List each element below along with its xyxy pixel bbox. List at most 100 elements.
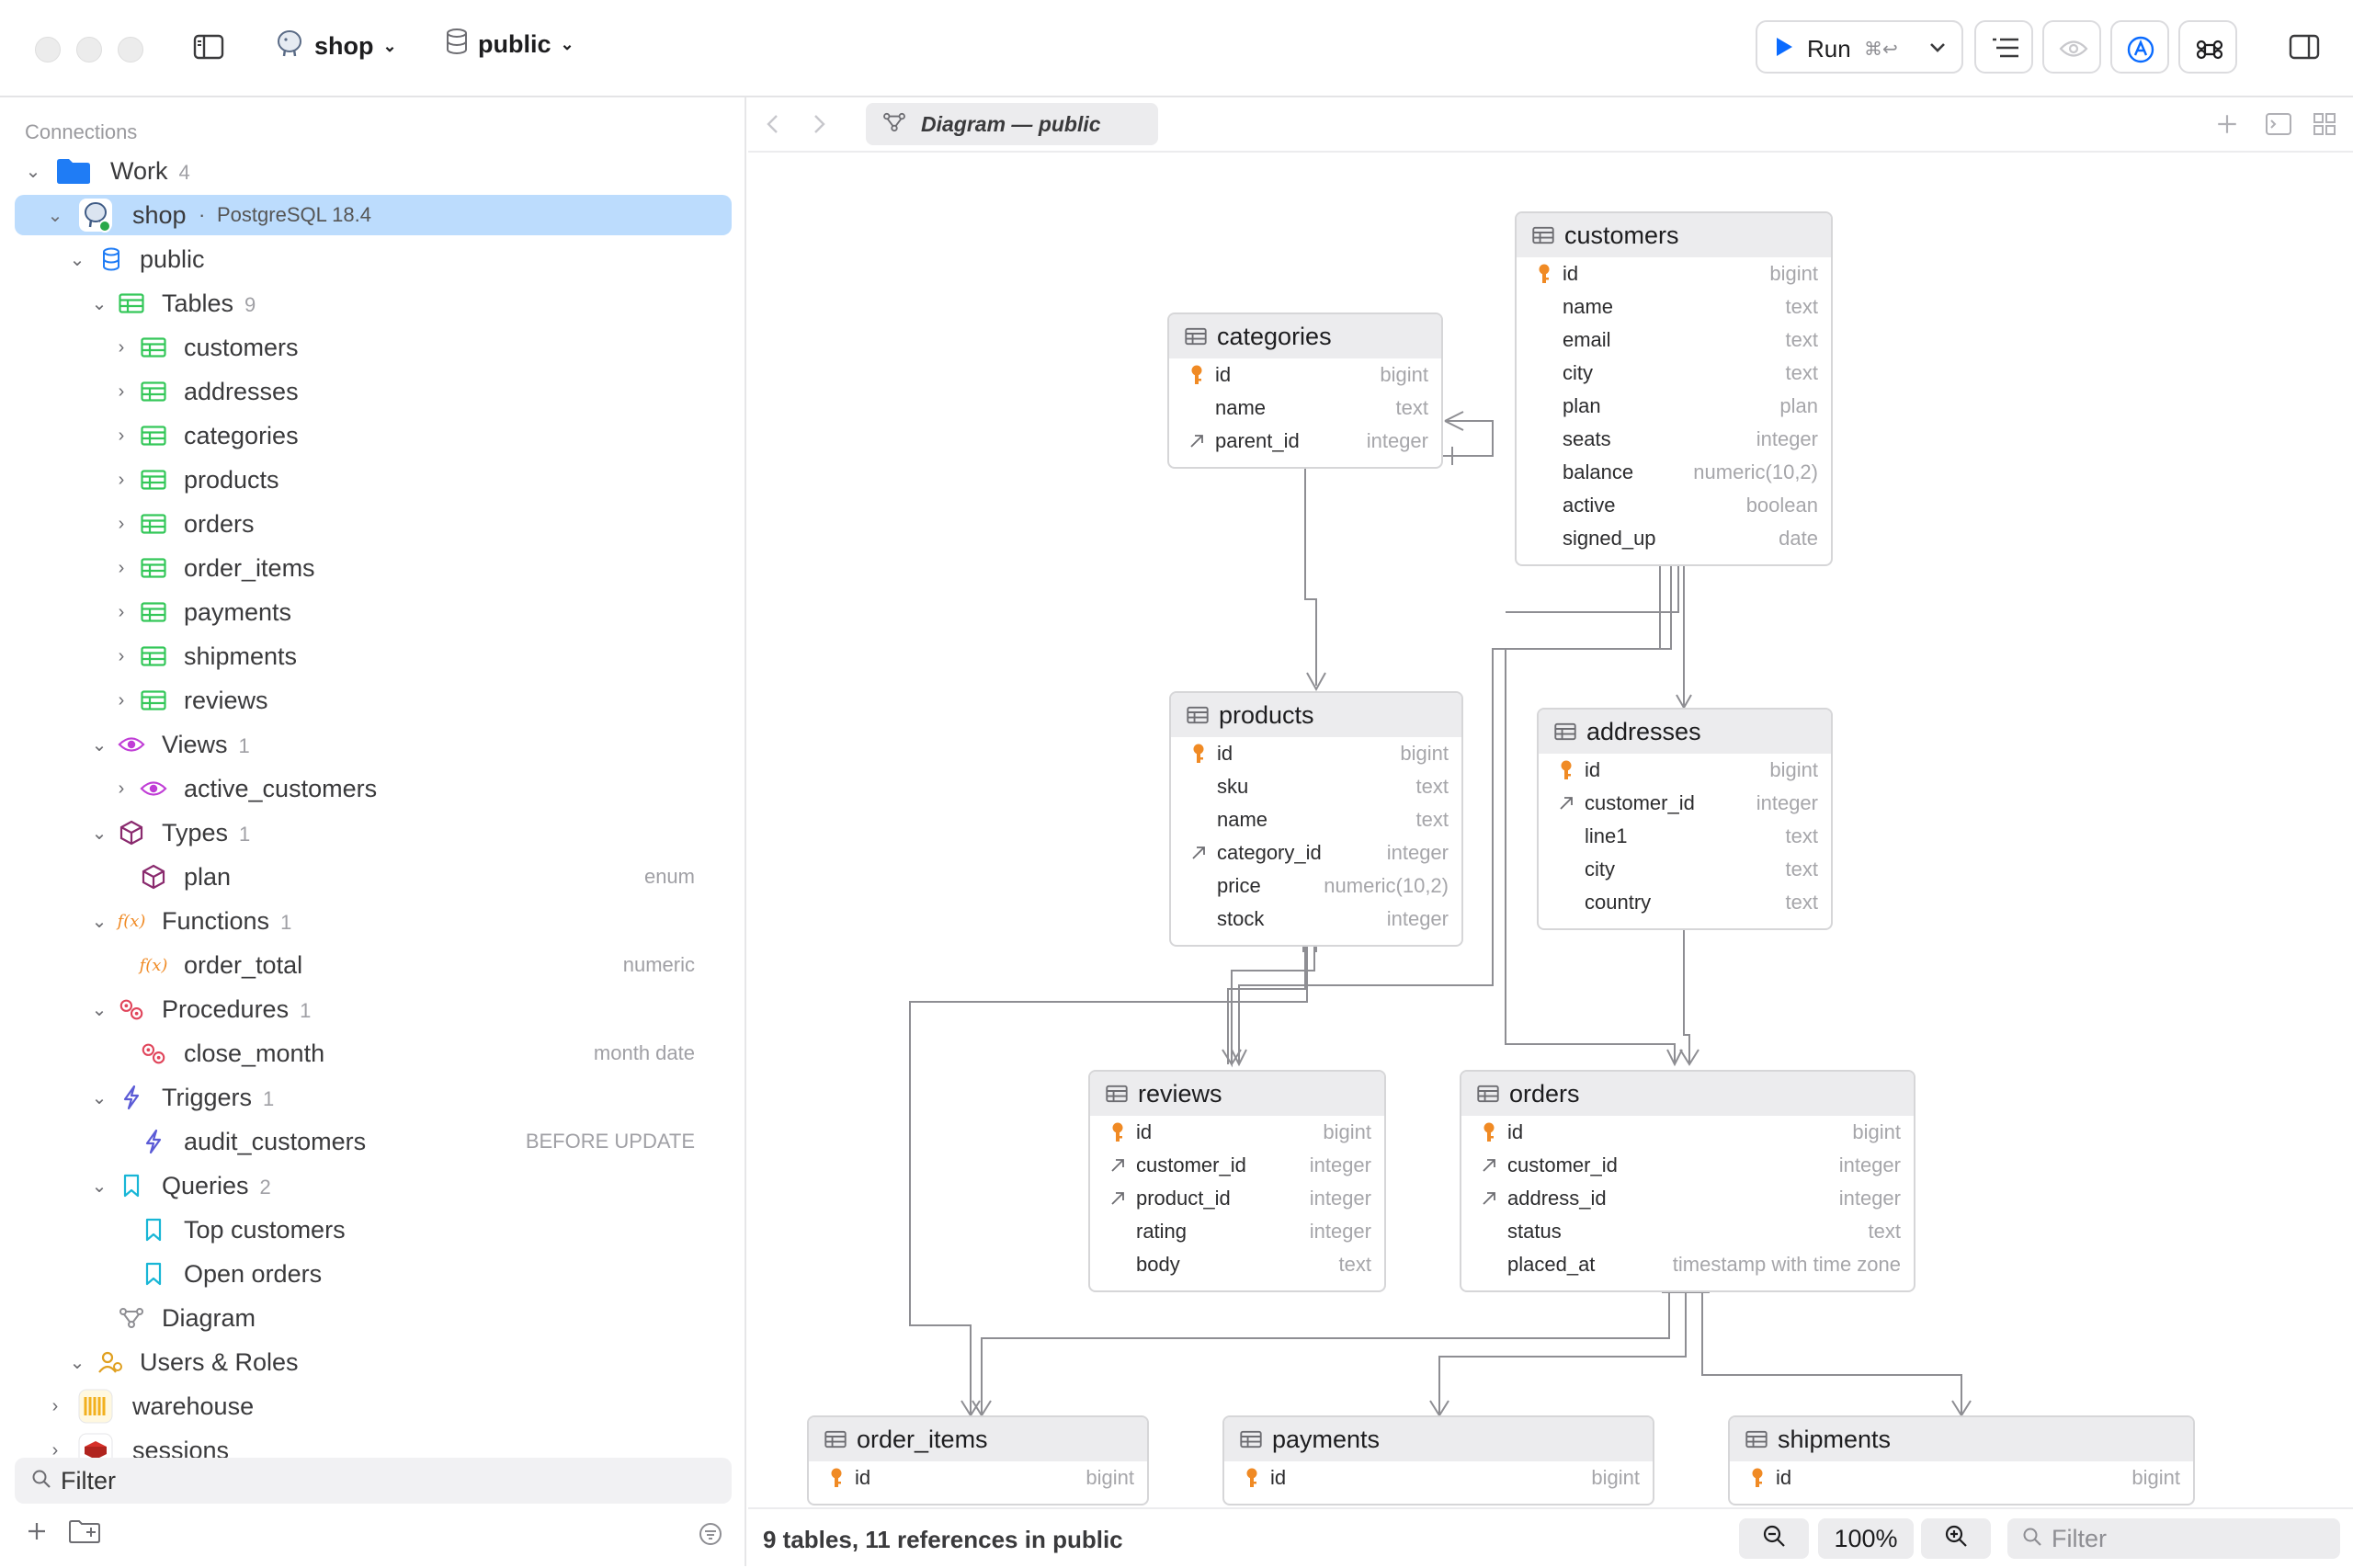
table-column[interactable]: line1 text (1539, 820, 1831, 853)
diagram-item[interactable]: Diagram (0, 1298, 746, 1338)
chevron-right-icon[interactable]: › (112, 514, 131, 534)
zoom-window-button[interactable] (118, 37, 143, 62)
table-header[interactable]: payments (1224, 1417, 1653, 1461)
connection-shop[interactable]: ⌄ shop · PostgreSQL 18.4 (15, 195, 732, 235)
procedure-item[interactable]: close_month month date (0, 1033, 746, 1074)
table-shipments[interactable]: shipments id bigint (1728, 1415, 2195, 1506)
table-column[interactable]: placed_at timestamp with time zone (1461, 1248, 1914, 1281)
table-column[interactable]: rating integer (1090, 1215, 1384, 1248)
table-column[interactable]: product_id integer (1090, 1182, 1384, 1215)
command-palette-button[interactable] (2178, 20, 2237, 74)
chevron-right-icon[interactable]: › (46, 1396, 64, 1416)
chevron-right-icon[interactable]: › (112, 778, 131, 799)
table-column[interactable]: id bigint (1090, 1116, 1384, 1149)
sidebar-item-table[interactable]: › addresses (0, 371, 746, 412)
table-column[interactable]: status text (1461, 1215, 1914, 1248)
diagram-filter-input[interactable]: Filter (2007, 1518, 2340, 1559)
query-item[interactable]: Top customers (0, 1210, 746, 1250)
table-column[interactable]: balance numeric(10,2) (1517, 456, 1831, 489)
table-column[interactable]: id bigint (809, 1461, 1147, 1494)
sidebar-item-table[interactable]: › customers (0, 327, 746, 368)
assistant-button[interactable] (2110, 20, 2169, 74)
table-column[interactable]: id bigint (1730, 1461, 2193, 1494)
new-tab-icon[interactable] (2215, 112, 2239, 141)
chevron-down-icon[interactable]: ⌄ (90, 1000, 108, 1020)
new-folder-icon[interactable] (68, 1518, 101, 1549)
chevron-right-icon[interactable]: › (112, 558, 131, 578)
chevron-right-icon[interactable]: › (112, 470, 131, 490)
table-payments[interactable]: payments id bigint (1222, 1415, 1654, 1506)
chevron-down-icon[interactable]: ⌄ (90, 1088, 108, 1108)
trigger-item[interactable]: audit_customers BEFORE UPDATE (0, 1121, 746, 1162)
sidebar-item-table[interactable]: › shipments (0, 636, 746, 676)
table-column[interactable]: customer_id integer (1539, 787, 1831, 820)
section-triggers[interactable]: ⌄ Triggers 1 (0, 1077, 746, 1118)
query-item[interactable]: Open orders (0, 1254, 746, 1294)
table-column[interactable]: sku text (1171, 770, 1461, 803)
table-addresses[interactable]: addresses id bigint customer_id integer line1… (1537, 708, 1833, 930)
table-column[interactable]: seats integer (1517, 423, 1831, 456)
chevron-down-icon[interactable]: ⌄ (90, 824, 108, 844)
terminal-icon[interactable] (2265, 112, 2292, 141)
chevron-right-icon[interactable]: › (112, 690, 131, 710)
section-queries[interactable]: ⌄ Queries 2 (0, 1165, 746, 1206)
type-item[interactable]: plan enum (0, 857, 746, 897)
table-column[interactable]: address_id integer (1461, 1182, 1914, 1215)
section-types[interactable]: ⌄ Types 1 (0, 812, 746, 853)
table-orders[interactable]: orders id bigint customer_id integer address_… (1460, 1070, 1915, 1292)
table-column[interactable]: price numeric(10,2) (1171, 869, 1461, 903)
table-column[interactable]: id bigint (1171, 737, 1461, 770)
table-column[interactable]: category_id integer (1171, 836, 1461, 869)
inspector-toggle-icon[interactable] (2289, 33, 2320, 61)
table-column[interactable]: signed_up date (1517, 522, 1831, 555)
sidebar-item-table[interactable]: › orders (0, 504, 746, 544)
chevron-right-icon[interactable]: › (112, 646, 131, 666)
grid-icon[interactable] (2313, 112, 2336, 141)
chevron-right-icon[interactable]: › (112, 337, 131, 358)
table-header[interactable]: customers (1517, 213, 1831, 257)
sidebar-item-table[interactable]: › categories (0, 415, 746, 456)
section-tables[interactable]: ⌄ Tables 9 (0, 283, 746, 324)
chevron-down-icon[interactable]: ⌄ (90, 1176, 108, 1197)
table-reviews[interactable]: reviews id bigint customer_id integer product… (1088, 1070, 1386, 1292)
chevron-right-icon[interactable]: › (112, 381, 131, 402)
table-header[interactable]: categories (1169, 314, 1441, 358)
table-categories[interactable]: categories id bigint name text parent_id integ… (1167, 312, 1443, 469)
view-item[interactable]: › active_customers (0, 768, 746, 809)
er-diagram-canvas[interactable]: customers id bigint name text email text city te… (748, 153, 2353, 1507)
table-column[interactable]: id bigint (1539, 754, 1831, 787)
table-column[interactable]: id bigint (1517, 257, 1831, 290)
table-column[interactable]: stock integer (1171, 903, 1461, 936)
run-options-button[interactable] (1914, 20, 1963, 74)
zoom-out-button[interactable] (1739, 1518, 1809, 1559)
section-procedures[interactable]: ⌄ Procedures 1 (0, 989, 746, 1029)
table-column[interactable]: name text (1171, 803, 1461, 836)
sidebar-filter-input[interactable]: Filter (15, 1458, 732, 1504)
zoom-level[interactable]: 100% (1818, 1518, 1914, 1559)
table-column[interactable]: id bigint (1169, 358, 1441, 392)
filter-options-icon[interactable] (699, 1522, 722, 1551)
table-column[interactable]: city text (1517, 357, 1831, 390)
table-column[interactable]: id bigint (1224, 1461, 1653, 1494)
table-column[interactable]: customer_id integer (1090, 1149, 1384, 1182)
table-order-items[interactable]: order_items id bigint (807, 1415, 1149, 1506)
add-connection-icon[interactable] (26, 1520, 48, 1547)
table-column[interactable]: active boolean (1517, 489, 1831, 522)
connection-warehouse[interactable]: › warehouse (0, 1386, 746, 1426)
table-header[interactable]: reviews (1090, 1072, 1384, 1116)
sidebar-item-table[interactable]: › reviews (0, 680, 746, 721)
group-work[interactable]: ⌄ Work 4 (0, 151, 746, 191)
table-header[interactable]: addresses (1539, 710, 1831, 754)
schema-selector[interactable]: public ⌄ (445, 28, 574, 62)
format-button[interactable] (1974, 20, 2033, 74)
chevron-right-icon[interactable]: › (112, 602, 131, 622)
chevron-down-icon[interactable]: ⌄ (90, 294, 108, 314)
chevron-down-icon[interactable]: ⌄ (24, 162, 42, 182)
section-views[interactable]: ⌄ Views 1 (0, 724, 746, 765)
chevron-down-icon[interactable]: ⌄ (46, 206, 64, 226)
forward-icon[interactable] (809, 112, 829, 141)
table-column[interactable]: id bigint (1461, 1116, 1914, 1149)
zoom-in-button[interactable] (1921, 1518, 1991, 1559)
tab-diagram[interactable]: Diagram — public (866, 103, 1158, 145)
users-roles-item[interactable]: ⌄ Users & Roles (0, 1342, 746, 1382)
